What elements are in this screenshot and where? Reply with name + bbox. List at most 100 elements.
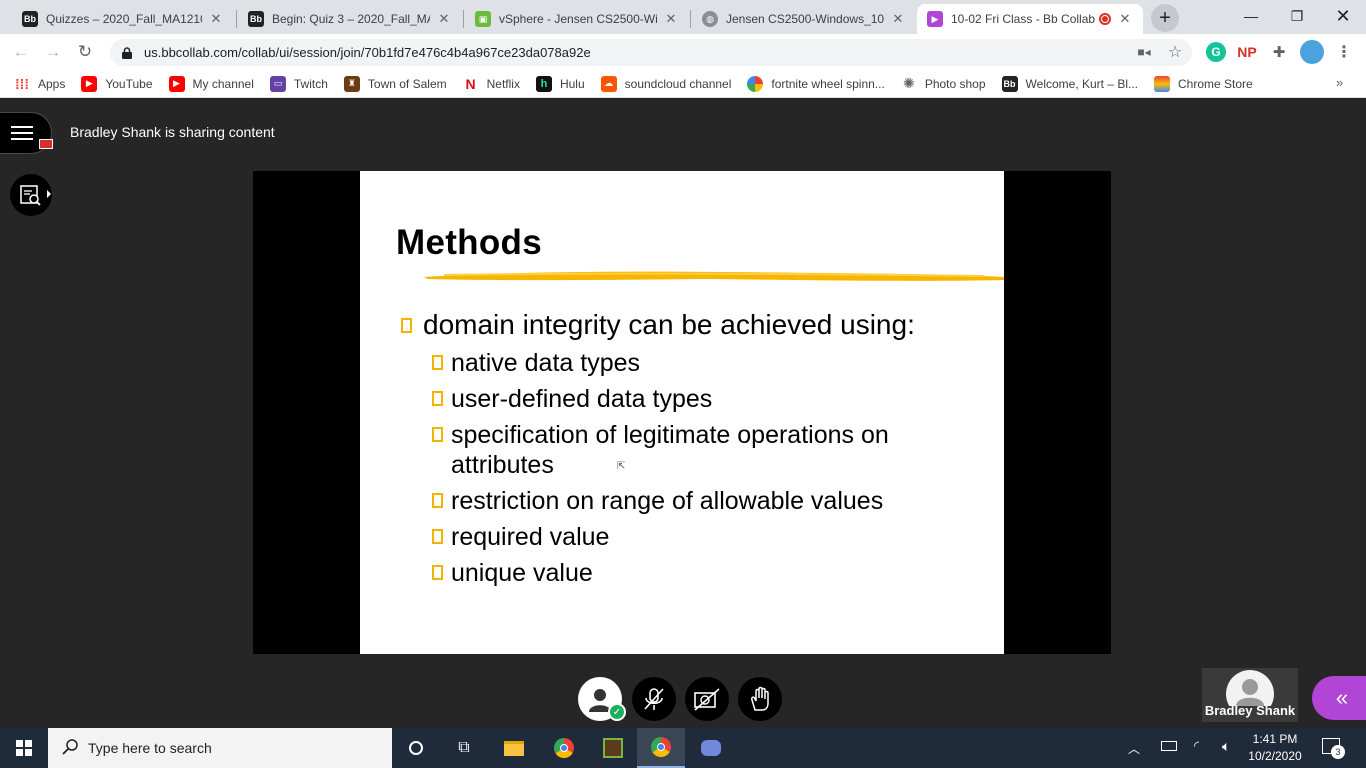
bookmark-fortnite-wheel[interactable]: fortnite wheel spinn...	[747, 75, 885, 92]
main-bullet-text: domain integrity can be achieved using:	[423, 309, 915, 340]
profile-icon[interactable]	[1300, 40, 1324, 64]
microphone-button[interactable]	[632, 677, 676, 721]
folder-icon	[504, 740, 524, 756]
battery-icon[interactable]	[1161, 741, 1177, 751]
tab-vsphere[interactable]: ▣ vSphere - Jensen CS2500-Wind ✕	[465, 4, 689, 34]
minimize-button[interactable]: —	[1228, 0, 1274, 32]
mouse-cursor-icon: ⇱	[617, 461, 626, 472]
cortana-button[interactable]	[392, 728, 440, 768]
start-button[interactable]	[0, 728, 48, 768]
address-bar[interactable]: us.bbcollab.com/collab/ui/session/join/7…	[110, 39, 1192, 66]
bookmark-my-channel[interactable]: ▶ My channel	[168, 75, 254, 92]
content-search-button[interactable]	[10, 174, 52, 216]
bookmark-youtube[interactable]: ▶ YouTube	[81, 75, 153, 92]
clock-time: 1:41 PM	[1252, 732, 1298, 746]
grammarly-icon[interactable]: G	[1206, 42, 1226, 62]
bookmark-label: Apps	[38, 76, 66, 91]
tab-divider	[463, 10, 464, 28]
bookmark-welcome-kurt[interactable]: Bb Welcome, Kurt – Bl...	[1001, 75, 1139, 92]
store-icon	[1154, 75, 1171, 92]
tab-title: Jensen CS2500-Windows_1013	[726, 12, 884, 26]
open-collab-panel-button[interactable]: «	[1312, 676, 1366, 720]
tab-collab-class[interactable]: ▶ 10-02 Fri Class - Bb Collab ✕	[917, 4, 1143, 34]
close-icon[interactable]: ✕	[436, 11, 452, 27]
youtube-icon: ▶	[168, 75, 185, 92]
session-menu-button[interactable]	[0, 112, 53, 154]
wheel-icon	[747, 75, 764, 92]
twitch-icon: ▭	[269, 75, 286, 92]
tab-title: 10-02 Fri Class - Bb Collab	[951, 12, 1095, 26]
sub-bullet-text: native data types	[451, 349, 641, 377]
salem-icon: ♜	[343, 75, 360, 92]
bookmarks-bar: ⁞⁞⁞ Apps ▶ YouTube ▶ My channel ▭ Twitch…	[0, 70, 1366, 98]
restore-button[interactable]: ❐	[1274, 0, 1320, 32]
bookmarks-overflow-icon[interactable]: »	[1336, 75, 1343, 90]
bookmark-soundcloud[interactable]: ☁ soundcloud channel	[600, 75, 731, 92]
cortana-icon	[409, 741, 423, 755]
close-icon[interactable]: ✕	[208, 11, 224, 27]
close-icon[interactable]: ✕	[1117, 11, 1133, 27]
soundcloud-icon: ☁	[600, 75, 617, 92]
chrome-icon	[554, 738, 574, 758]
presenter-avatar-icon	[1226, 670, 1274, 706]
bookmark-label: Chrome Store	[1178, 76, 1253, 91]
star-icon[interactable]: ☆	[1165, 42, 1185, 62]
bookmark-apps[interactable]: ⁞⁞⁞ Apps	[14, 76, 65, 92]
menu-dots-icon[interactable]: ⋮	[1334, 42, 1354, 62]
close-window-button[interactable]: ✕	[1320, 0, 1366, 32]
task-view-icon: ⧉	[458, 739, 470, 756]
tab-quiz-3[interactable]: Bb Begin: Quiz 3 – 2020_Fall_MA1 ✕	[238, 4, 462, 34]
clock-date: 10/2/2020	[1248, 749, 1302, 763]
volume-icon[interactable]: 🔈︎	[1222, 738, 1230, 755]
task-view-button[interactable]: ⧉	[440, 728, 488, 768]
bookmark-twitch[interactable]: ▭ Twitch	[269, 75, 328, 92]
camera-button[interactable]	[685, 677, 729, 721]
my-status-button[interactable]: ✓	[578, 677, 626, 721]
vsphere-icon: ▣	[475, 11, 491, 27]
np-icon[interactable]: NP	[1237, 42, 1257, 62]
action-center-button[interactable]: 3	[1322, 738, 1345, 759]
sub-bullet-text: specification of legitimate operations o…	[451, 421, 889, 479]
reload-button[interactable]: ↻	[73, 40, 97, 64]
chrome-active-button[interactable]	[637, 728, 685, 768]
bookmark-label: My channel	[192, 76, 254, 91]
file-explorer-button[interactable]	[490, 728, 538, 768]
close-icon[interactable]: ✕	[890, 11, 906, 27]
apps-grid-icon: ⁞⁞⁞	[15, 75, 29, 92]
back-button[interactable]: ←	[9, 40, 33, 64]
bookmark-label: fortnite wheel spinn...	[771, 76, 885, 91]
url-text: us.bbcollab.com/collab/ui/session/join/7…	[144, 45, 591, 60]
lock-icon	[122, 46, 132, 59]
available-check-icon: ✓	[608, 703, 626, 721]
camera-off-icon	[694, 688, 720, 711]
chrome-taskbar-button[interactable]	[540, 728, 588, 768]
wifi-icon[interactable]: ◜	[1194, 738, 1199, 754]
tab-title: Quizzes – 2020_Fall_MA1210D	[46, 12, 202, 26]
bookmark-hulu[interactable]: h Hulu	[535, 75, 585, 92]
tab-quizzes[interactable]: Bb Quizzes – 2020_Fall_MA1210D ✕	[12, 4, 234, 34]
bookmark-netflix[interactable]: N Netflix	[463, 76, 520, 92]
hamburger-line	[11, 132, 33, 134]
forward-button[interactable]: →	[41, 40, 65, 64]
tab-divider	[236, 10, 237, 28]
close-icon[interactable]: ✕	[663, 11, 679, 27]
tab-jensen-windows[interactable]: ◍ Jensen CS2500-Windows_1013 ✕	[692, 4, 916, 34]
camera-icon[interactable]: ■◂	[1134, 42, 1154, 62]
presenter-name: Bradley Shank	[1204, 703, 1296, 718]
bookmark-chrome-store[interactable]: Chrome Store	[1154, 75, 1253, 92]
bookmark-label: Welcome, Kurt – Bl...	[1025, 76, 1139, 91]
bookmark-label: YouTube	[105, 76, 153, 91]
hulu-icon: h	[535, 75, 552, 92]
show-hidden-icons-button[interactable]: ︿	[1128, 740, 1140, 757]
puzzle-icon[interactable]: ✚	[1269, 42, 1289, 62]
minecraft-button[interactable]	[589, 728, 637, 768]
raise-hand-icon	[751, 686, 769, 711]
new-tab-button[interactable]: +	[1151, 4, 1179, 32]
bookmark-town-of-salem[interactable]: ♜ Town of Salem	[343, 75, 447, 92]
bookmark-photo-shop[interactable]: ✺ Photo shop	[901, 75, 986, 92]
system-clock[interactable]: 1:41 PM 10/2/2020	[1244, 731, 1306, 765]
discord-button[interactable]	[687, 728, 735, 768]
raise-hand-button[interactable]	[738, 677, 782, 721]
sub-bullet-text: user-defined data types	[451, 385, 713, 413]
taskbar-search-box[interactable]: Type here to search	[48, 728, 392, 768]
